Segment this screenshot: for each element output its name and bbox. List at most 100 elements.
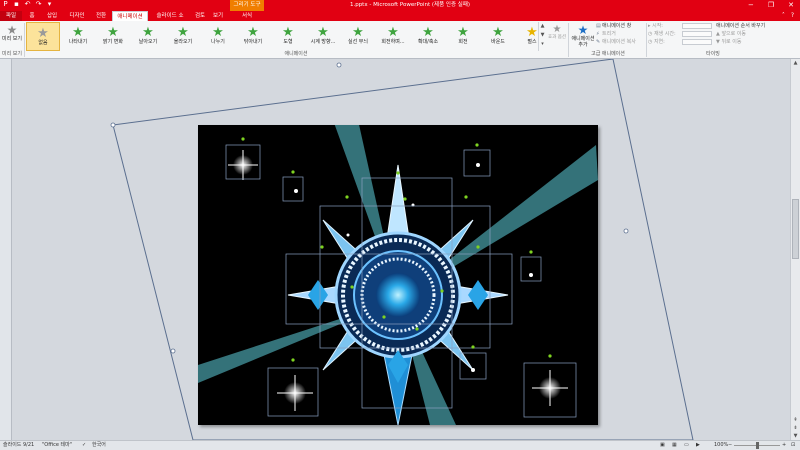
- minimize-button[interactable]: −: [748, 0, 754, 11]
- minimize-ribbon-icon[interactable]: ˄: [782, 11, 785, 21]
- zoom-out-icon[interactable]: −: [728, 441, 732, 450]
- star-icon: ★: [387, 25, 399, 40]
- slide-thumbnail-pane[interactable]: [0, 59, 12, 440]
- timing-delay-row: ◷ 지연:: [648, 38, 714, 46]
- zoom-level[interactable]: 100%: [714, 441, 728, 450]
- add-animation-star-icon: ★: [577, 23, 589, 37]
- duration-input[interactable]: [682, 31, 712, 37]
- rotated-selection-box[interactable]: [112, 59, 694, 440]
- selection-handles[interactable]: [110, 62, 629, 354]
- star-icon: ★: [457, 25, 469, 40]
- vertical-scrollbar[interactable]: ▲ ⇞ ⇟ ▼: [790, 59, 800, 440]
- selection-overlay: [110, 59, 694, 440]
- title-bar: P ▪ ↶ ↷ ▾ 그리기 도구 1.pptx - Microsoft Powe…: [0, 0, 800, 11]
- star-icon: ★: [317, 25, 329, 40]
- language-indicator[interactable]: 한국어: [92, 441, 106, 450]
- close-button[interactable]: ✕: [788, 0, 794, 11]
- slide-editing-area[interactable]: [12, 59, 790, 440]
- zoom-slider-thumb[interactable]: [756, 442, 759, 449]
- quick-access-toolbar: P ▪ ↶ ↷ ▾: [2, 1, 53, 8]
- reading-view-icon[interactable]: ▭: [684, 441, 689, 450]
- customize-icon[interactable]: ▾: [46, 1, 53, 8]
- timing-duration-row: ◷ 재생 시간:: [648, 30, 714, 38]
- timing-group: ▸ 시작: ◷ 재생 시간: ◷ 지연:: [648, 22, 714, 46]
- gallery-scroll[interactable]: ▲ ▼ ▾: [538, 22, 546, 51]
- help-icon[interactable]: ?: [791, 11, 794, 21]
- anim-random-bars[interactable]: ★ 실선 무늬: [341, 22, 375, 51]
- ribbon-divider: [24, 23, 25, 57]
- scroll-up-arrow-icon[interactable]: ▲: [791, 59, 800, 67]
- anim-fly-in[interactable]: ★ 날아오기: [131, 22, 165, 51]
- effect-options-button[interactable]: ★ 효과 옵션: [548, 22, 566, 51]
- redo-icon[interactable]: ↷: [35, 1, 42, 8]
- star-icon: ★: [247, 25, 259, 40]
- anim-swivel[interactable]: ★ 회전: [446, 22, 480, 51]
- anim-split[interactable]: ★ 나누기: [201, 22, 235, 51]
- add-animation-button[interactable]: ★ 애니메이션 추가: [571, 22, 595, 51]
- scroll-down-icon[interactable]: ▼: [539, 31, 546, 40]
- move-later-button[interactable]: ▼ 뒤로 이동: [716, 38, 796, 46]
- save-icon[interactable]: ▪: [13, 1, 20, 8]
- star-icon: ★: [282, 25, 294, 40]
- anim-zoom[interactable]: ★ 확대/축소: [411, 22, 445, 51]
- fit-to-window-icon[interactable]: ⊡: [791, 441, 795, 450]
- tab-animations[interactable]: 애니메이션: [112, 11, 148, 21]
- preview-button[interactable]: ★ 미리 보기: [1, 22, 23, 52]
- start-select[interactable]: [682, 23, 712, 29]
- group-label-timing: 타이밍: [706, 51, 720, 57]
- scroll-up-icon[interactable]: ▲: [539, 22, 546, 31]
- animation-pane-button[interactable]: ▤애니메이션 창: [596, 22, 646, 30]
- restore-button[interactable]: ❐: [768, 0, 774, 11]
- slideshow-view-icon[interactable]: ▶: [696, 441, 700, 450]
- star-icon: ★: [352, 25, 364, 40]
- tab-home[interactable]: 홈: [24, 11, 40, 21]
- anim-fade[interactable]: ★ 밝기 변화: [96, 22, 130, 51]
- tab-view[interactable]: 보기: [210, 11, 226, 21]
- reorder-title: 애니메이션 순서 바꾸기: [716, 23, 766, 29]
- normal-view-icon[interactable]: ▣: [660, 441, 665, 450]
- anim-bounce[interactable]: ★ 바운드: [481, 22, 515, 51]
- anim-wipe[interactable]: ★ 닦아내기: [236, 22, 270, 51]
- sorter-view-icon[interactable]: ▦: [672, 441, 677, 450]
- tab-format[interactable]: 서식: [232, 11, 262, 21]
- previous-slide-icon[interactable]: ⇞: [791, 416, 800, 424]
- tab-review[interactable]: 검토: [192, 11, 208, 21]
- anim-wheel[interactable]: ★ 시계 방향...: [306, 22, 340, 51]
- ribbon-divider: [568, 23, 569, 57]
- tab-file[interactable]: 파일: [0, 11, 22, 21]
- move-earlier-button[interactable]: ▲ 앞으로 이동: [716, 30, 796, 38]
- undo-icon[interactable]: ↶: [24, 1, 31, 8]
- star-icon: ★: [142, 25, 154, 40]
- anim-shape[interactable]: ★ 도형: [271, 22, 305, 51]
- ribbon-divider: [646, 23, 647, 57]
- zoom-in-icon[interactable]: +: [782, 441, 786, 450]
- gallery-more-icon[interactable]: ▾: [539, 40, 546, 49]
- tab-transitions[interactable]: 전환: [92, 11, 110, 21]
- app-icon[interactable]: P: [2, 1, 9, 8]
- animation-painter-button[interactable]: ✎ 애니메이션 복사: [596, 38, 646, 46]
- scrollbar-thumb[interactable]: [792, 199, 799, 259]
- object-selection-boxes[interactable]: [225, 144, 577, 418]
- tab-insert[interactable]: 삽입: [42, 11, 62, 21]
- tab-slideshow[interactable]: 슬라이드 쇼: [150, 11, 190, 21]
- group-label-animation: 애니메이션: [284, 51, 308, 57]
- trigger-button[interactable]: ⚡ 트리거: [596, 30, 646, 38]
- anim-grow-turn[interactable]: ★ 회전하며...: [376, 22, 410, 51]
- tab-design[interactable]: 디자인: [64, 11, 90, 21]
- context-tab-drawing-tools: 그리기 도구: [230, 0, 264, 11]
- anim-appear[interactable]: ★ 나타내기: [61, 22, 95, 51]
- window-title: 1.pptx - Microsoft PowerPoint (제품 인증 실패): [349, 2, 471, 8]
- spellcheck-icon[interactable]: ✓: [82, 441, 86, 450]
- anim-none[interactable]: ★ 없음: [26, 22, 60, 51]
- next-slide-icon[interactable]: ⇟: [791, 424, 800, 432]
- status-bar: 슬라이드 9/21 "Office 테마" ✓ 한국어 ▣ ▦ ▭ ▶ 100%…: [0, 440, 800, 450]
- rotation-handles[interactable]: [241, 137, 552, 362]
- anim-float-in[interactable]: ★ 올라오기: [166, 22, 200, 51]
- scroll-down-arrow-icon[interactable]: ▼: [791, 432, 800, 440]
- delay-input[interactable]: [682, 39, 712, 45]
- animation-gallery: ★ 없음 ★ 나타내기 ★ 밝기 변화 ★ 날아오기 ★ 올라오기 ★ 나누기 ★ 닦아내기 …: [26, 22, 544, 51]
- theme-name: "Office 테마": [42, 442, 72, 448]
- star-icon: ★: [177, 25, 189, 40]
- slide-indicator: 슬라이드 9/21: [3, 442, 35, 448]
- preview-star-icon: ★: [6, 23, 18, 37]
